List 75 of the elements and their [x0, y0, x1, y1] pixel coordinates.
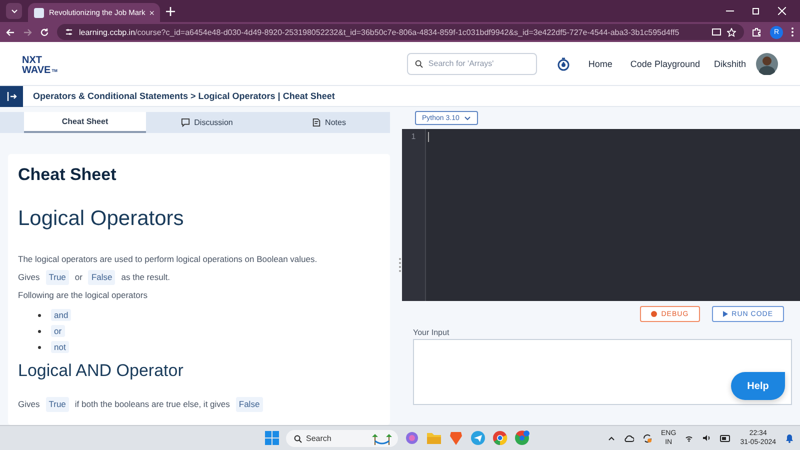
user-name: Dikshith — [714, 58, 746, 68]
menu-icon[interactable] — [791, 27, 794, 37]
expand-icon — [6, 92, 16, 100]
bullet-icon — [38, 330, 41, 332]
taskbar-search-field[interactable]: Search — [286, 430, 398, 446]
bell-icon[interactable] — [785, 433, 794, 443]
chevron-down-icon — [464, 116, 472, 120]
logo-text: NXT — [22, 56, 43, 66]
extensions-icon[interactable] — [752, 27, 762, 37]
chevron-down-icon — [10, 8, 18, 14]
code-chip: True — [46, 270, 69, 285]
cloud-icon[interactable] — [624, 434, 634, 442]
tab-list-button[interactable] — [6, 3, 22, 19]
bullet-icon — [38, 314, 41, 316]
wifi-icon[interactable] — [685, 434, 694, 442]
sync-icon[interactable] — [643, 434, 652, 442]
bookmark-star-icon[interactable] — [727, 28, 736, 36]
input-label: Your Input — [413, 328, 450, 337]
user-avatar[interactable] — [756, 52, 778, 74]
paragraph-text: Gives — [18, 271, 40, 284]
bug-icon — [651, 311, 658, 317]
search-icon — [294, 434, 302, 442]
logo-text: WAVE — [22, 66, 51, 76]
nav-link[interactable]: Home — [588, 58, 612, 68]
cheat-sheet-title: Cheat Sheet — [18, 165, 118, 185]
address-bar[interactable]: learning.ccbp.in/course?c_id=a6454e48-d030-4d49-8920-253198052232&t_id=36b50c7e-806a-4834-859f-1c031bdf9942&s_id=3e422df5-727e-4544-aba3-3b1c595d4ff5 — [57, 24, 744, 40]
chevron-up-icon[interactable] — [608, 436, 616, 440]
shield-icon[interactable] — [448, 430, 464, 446]
back-icon[interactable] — [6, 28, 15, 36]
site-settings-icon[interactable] — [65, 28, 73, 36]
battery-icon[interactable] — [720, 434, 732, 442]
chrome-icon[interactable] — [514, 430, 530, 446]
section-heading: Logical Operators — [18, 207, 185, 231]
new-tab-icon[interactable] — [166, 6, 175, 16]
tab[interactable]: Cheat Sheet — [24, 112, 146, 133]
code-editor[interactable]: 1 — [402, 129, 800, 301]
search-field[interactable]: Search for 'Arrays' — [407, 52, 538, 74]
paragraph-text: as the result. — [121, 271, 170, 284]
code-chip: and — [51, 309, 72, 321]
code-chip: or — [51, 325, 65, 337]
subsection-heading: Logical AND Operator — [18, 361, 184, 381]
code-chip: False — [88, 270, 116, 285]
resize-handle-icon[interactable] — [399, 257, 401, 275]
paragraph-text: or — [74, 271, 82, 284]
code-chip: False — [236, 397, 263, 412]
bullet-icon — [38, 346, 41, 348]
chrome-icon[interactable] — [492, 430, 508, 446]
paragraph-text: Following are the logical operators — [18, 289, 148, 302]
note-icon — [312, 118, 322, 127]
close-icon[interactable] — [150, 10, 154, 16]
restore-icon[interactable] — [752, 7, 760, 15]
code-chip: True — [46, 397, 69, 412]
search-icon — [415, 60, 424, 68]
input-field[interactable]: Help — [413, 339, 792, 405]
paragraph-text: if both the booleans are true else, it gives — [74, 398, 230, 411]
sidebar-toggle-button[interactable] — [0, 86, 23, 106]
breadcrumb: Operators & Conditional Statements > Logical Operators | Cheat Sheet — [33, 91, 335, 101]
paragraph-text: The logical operators are used to perform logical operations on Boolean values. — [18, 253, 318, 266]
forward-icon[interactable] — [23, 28, 32, 36]
paper-plane-icon[interactable] — [470, 430, 486, 446]
code-chip: not — [51, 341, 69, 353]
copilot-icon[interactable] — [404, 430, 420, 446]
timer-icon[interactable] — [557, 56, 570, 70]
line-number: 1 — [410, 132, 417, 141]
start-icon[interactable] — [264, 430, 280, 446]
help-button[interactable]: Help — [731, 372, 785, 400]
play-icon — [722, 311, 728, 317]
speaker-icon[interactable] — [702, 434, 712, 442]
palm-tree-icon — [372, 432, 392, 444]
nav-link[interactable]: Code Playground — [630, 58, 700, 68]
close-icon[interactable] — [778, 7, 786, 15]
reload-icon[interactable] — [40, 28, 49, 36]
install-icon[interactable] — [712, 28, 721, 36]
chat-icon — [181, 118, 190, 127]
paragraph-text: Gives — [18, 398, 40, 411]
